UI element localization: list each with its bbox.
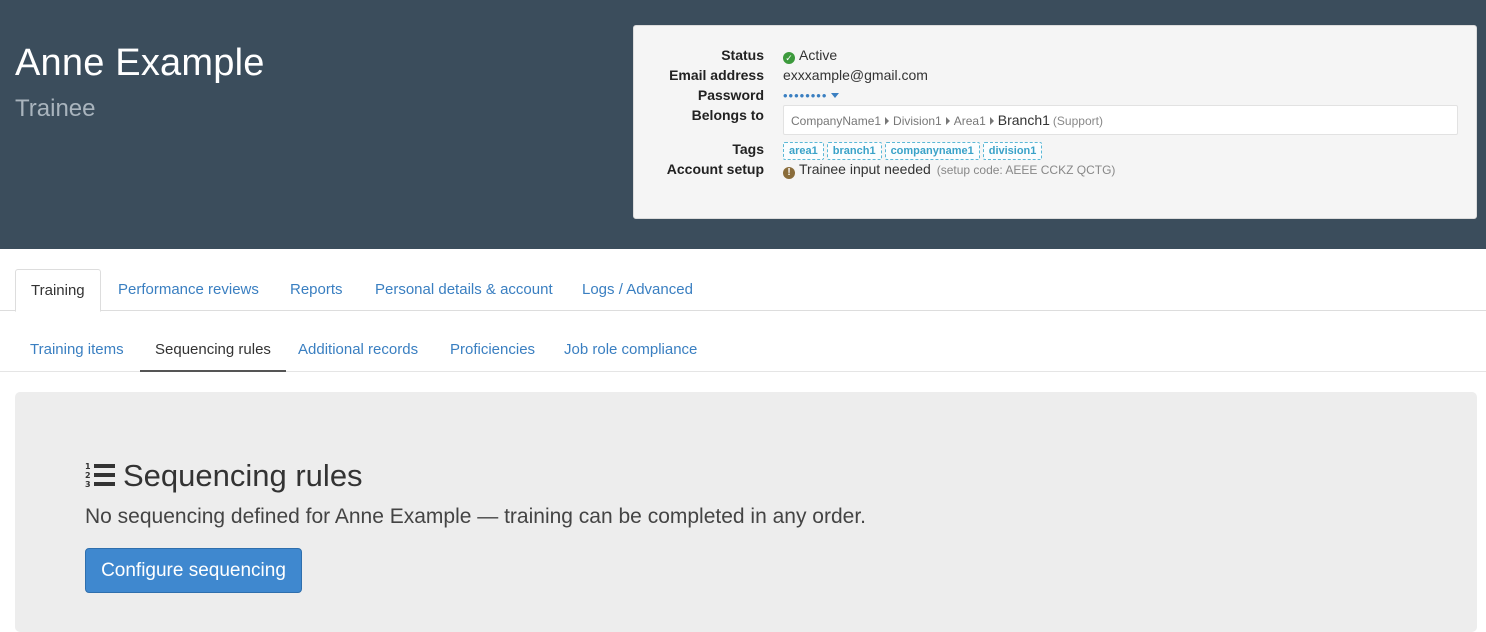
caret-right-icon bbox=[989, 117, 994, 125]
password-mask: •••••••• bbox=[783, 88, 828, 103]
tab-personal-details[interactable]: Personal details & account bbox=[360, 269, 568, 311]
status-row: Status ✓ Active bbox=[634, 45, 1478, 65]
belongs-label: Belongs to bbox=[691, 107, 764, 123]
tab-reports[interactable]: Reports bbox=[275, 269, 358, 311]
panel-title: Sequencing rules bbox=[123, 458, 363, 493]
subtab-additional-records[interactable]: Additional records bbox=[283, 330, 433, 372]
tag-companyname1[interactable]: companyname1 bbox=[884, 142, 980, 160]
tag-branch1[interactable]: branch1 bbox=[826, 142, 882, 160]
setup-row: Account setup ! Trainee input needed (set… bbox=[634, 159, 1478, 179]
main-tabs: Training Performance reviews Reports Per… bbox=[0, 269, 1486, 312]
check-circle-icon: ✓ bbox=[783, 52, 795, 64]
exclamation-circle-icon: ! bbox=[783, 167, 795, 179]
status-value-wrap: ✓ Active bbox=[783, 45, 837, 65]
tags-row: Tags area1 branch1 companyname1 division1 bbox=[634, 139, 1478, 160]
profile-header: Anne Example Trainee Status ✓ Active Emai… bbox=[0, 0, 1486, 249]
user-name: Anne Example bbox=[15, 42, 265, 84]
password-row: Password •••••••• bbox=[634, 85, 1478, 105]
status-value: Active bbox=[799, 47, 838, 63]
status-label: Status bbox=[721, 47, 764, 63]
svg-text:2: 2 bbox=[85, 471, 91, 480]
tags-label: Tags bbox=[732, 141, 764, 157]
email-label: Email address bbox=[669, 67, 764, 83]
svg-text:3: 3 bbox=[85, 480, 91, 489]
subtab-training-items[interactable]: Training items bbox=[15, 330, 139, 372]
sequencing-panel: 1 2 3 Sequencing rules No sequencing def… bbox=[15, 392, 1477, 632]
svg-text:1: 1 bbox=[85, 462, 91, 471]
subtab-sequencing-rules[interactable]: Sequencing rules bbox=[140, 330, 286, 372]
tag-division1[interactable]: division1 bbox=[982, 142, 1043, 160]
caret-right-icon bbox=[885, 117, 890, 125]
ordered-list-icon: 1 2 3 bbox=[85, 462, 115, 489]
subtab-proficiencies[interactable]: Proficiencies bbox=[435, 330, 550, 372]
caret-right-icon bbox=[945, 117, 950, 125]
password-toggle[interactable]: •••••••• bbox=[783, 85, 840, 106]
panel-description: No sequencing defined for Anne Example —… bbox=[85, 505, 866, 528]
setup-value-wrap: ! Trainee input needed (setup code: AEEE … bbox=[783, 159, 1115, 180]
setup-label: Account setup bbox=[666, 161, 764, 177]
breadcrumb-division[interactable]: Division1 bbox=[893, 114, 942, 128]
tag-area1[interactable]: area1 bbox=[783, 142, 824, 160]
breadcrumb-company[interactable]: CompanyName1 bbox=[791, 114, 881, 128]
setup-code: (setup code: AEEE CCKZ QCTG) bbox=[936, 163, 1116, 177]
tag-list: area1 branch1 companyname1 division1 bbox=[783, 139, 1045, 160]
breadcrumb-subgroup: (Support) bbox=[1052, 114, 1103, 128]
configure-sequencing-button[interactable]: Configure sequencing bbox=[85, 548, 302, 593]
tab-logs-advanced[interactable]: Logs / Advanced bbox=[567, 269, 708, 311]
account-info-panel: Status ✓ Active Email address exxxample@g… bbox=[633, 25, 1477, 219]
belongs-breadcrumb: CompanyName1 Division1 Area1 Branch1 (Suppor… bbox=[783, 105, 1458, 135]
tab-performance-reviews[interactable]: Performance reviews bbox=[103, 269, 274, 311]
user-role: Trainee bbox=[15, 95, 96, 122]
tab-training[interactable]: Training bbox=[15, 269, 101, 312]
subtab-job-role-compliance[interactable]: Job role compliance bbox=[549, 330, 712, 372]
breadcrumb-area[interactable]: Area1 bbox=[954, 114, 986, 128]
password-label: Password bbox=[697, 87, 764, 103]
email-row: Email address exxxample@gmail.com bbox=[634, 65, 1478, 85]
breadcrumb-branch[interactable]: Branch1 bbox=[998, 112, 1050, 128]
panel-heading: 1 2 3 Sequencing rules bbox=[85, 458, 363, 494]
caret-down-icon bbox=[831, 93, 840, 98]
sub-tabs: Training items Sequencing rules Addition… bbox=[0, 330, 1486, 372]
setup-value: Trainee input needed bbox=[799, 161, 931, 177]
email-value: exxxample@gmail.com bbox=[783, 67, 928, 83]
